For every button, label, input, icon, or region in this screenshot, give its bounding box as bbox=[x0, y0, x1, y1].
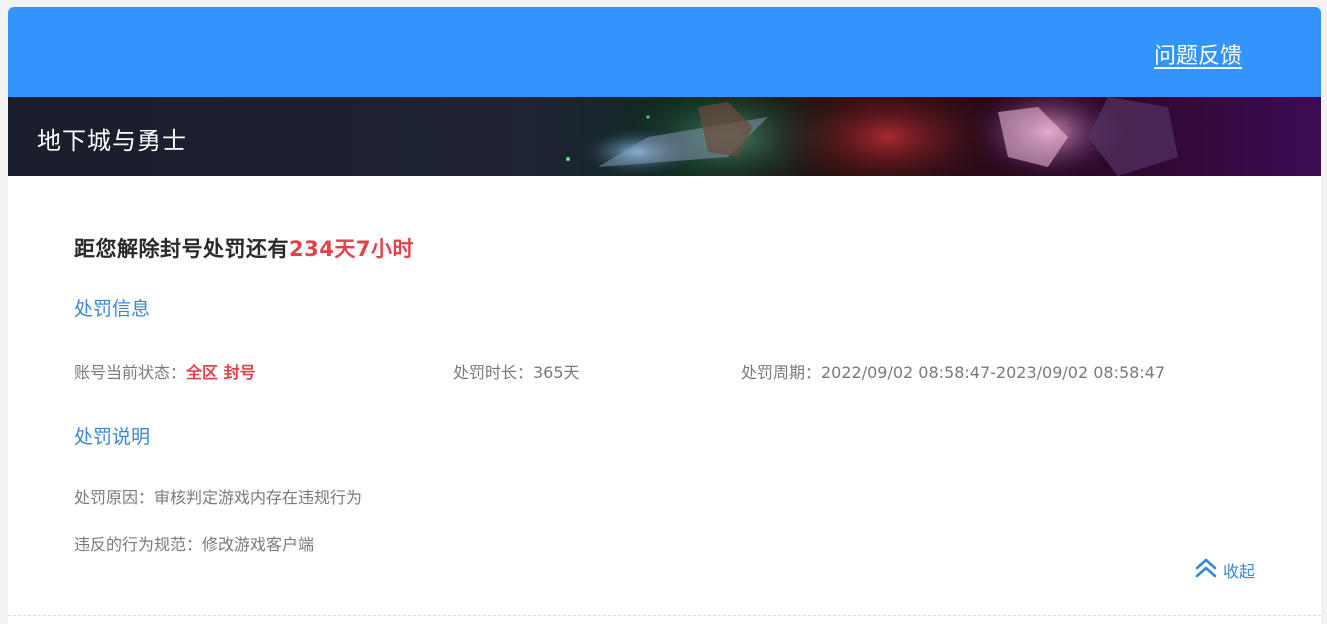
penalty-duration: 处罚时长：365天 bbox=[453, 363, 580, 382]
divider bbox=[8, 615, 1321, 616]
countdown-remaining: 234天7小时 bbox=[289, 237, 414, 261]
feedback-link[interactable]: 问题反馈 bbox=[1154, 38, 1242, 70]
countdown-prefix: 距您解除封号处罚还有 bbox=[74, 237, 289, 261]
penalty-card: 问题反馈 地下城与勇士 距您解除封号处罚还有234天7小时 处罚信息 账号当前状… bbox=[8, 7, 1321, 624]
account-status-label: 账号当前状态： bbox=[74, 363, 187, 382]
penalty-reason: 处罚原因：审核判定游戏内存在违规行为 bbox=[74, 488, 363, 507]
content-area: 距您解除封号处罚还有234天7小时 处罚信息 账号当前状态：全区 封号 处罚时长… bbox=[8, 176, 1321, 624]
banner-artwork bbox=[566, 97, 1178, 176]
collapse-button[interactable]: 收起 bbox=[1195, 558, 1255, 582]
account-status-value: 全区 封号 bbox=[186, 363, 256, 382]
unban-countdown: 距您解除封号处罚还有234天7小时 bbox=[74, 233, 414, 263]
violated-rule: 违反的行为规范：修改游戏客户端 bbox=[74, 535, 315, 554]
penalty-info-title: 处罚信息 bbox=[74, 298, 151, 320]
account-status: 账号当前状态：全区 封号 bbox=[74, 359, 256, 383]
collapse-label: 收起 bbox=[1222, 562, 1255, 581]
double-chevron-up-icon bbox=[1195, 558, 1217, 582]
penalty-explain-title: 处罚说明 bbox=[74, 426, 151, 448]
top-bar: 问题反馈 bbox=[8, 7, 1321, 97]
penalty-period: 处罚周期：2022/09/02 08:58:47-2023/09/02 08:5… bbox=[741, 363, 1166, 382]
game-banner: 地下城与勇士 bbox=[8, 97, 1321, 176]
game-title: 地下城与勇士 bbox=[37, 127, 187, 155]
